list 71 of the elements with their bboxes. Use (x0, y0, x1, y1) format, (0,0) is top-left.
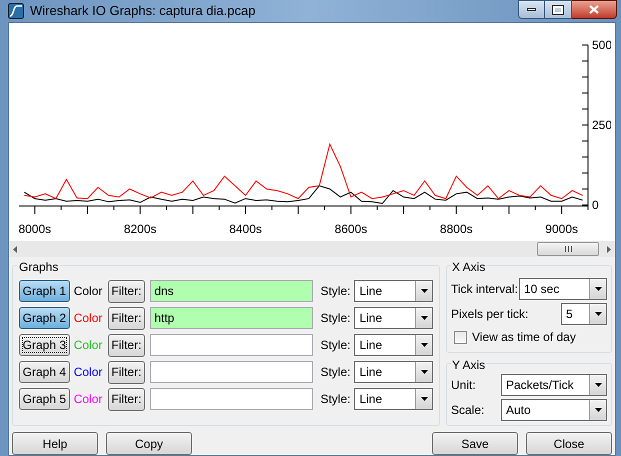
filter-button[interactable]: Filter: (108, 360, 146, 384)
caret-icon (420, 343, 428, 347)
right-arrow-icon[interactable] (607, 246, 611, 252)
style-dropdown[interactable]: Line (354, 388, 434, 410)
filter-field[interactable] (150, 388, 314, 410)
pixels-per-tick-label: Pixels per tick: (451, 306, 528, 323)
scale-dropdown[interactable]: Auto (501, 399, 607, 421)
graph-toggle-button[interactable]: Graph 4 (19, 361, 70, 383)
caret-icon (420, 370, 428, 374)
x-tick-label: 9000s (545, 222, 578, 236)
close-button[interactable] (572, 0, 617, 19)
scroll-thumb[interactable] (537, 242, 599, 256)
horizontal-scrollbar[interactable] (9, 241, 615, 257)
color-label: Color (74, 364, 104, 381)
dialog-button[interactable]: Save (432, 432, 518, 455)
graph-toggle-button[interactable]: Graph 2 (19, 307, 70, 329)
dialog-button[interactable]: Copy (106, 432, 192, 455)
graph-toggle-button[interactable]: Graph 3 (19, 334, 70, 356)
caret-icon (594, 383, 602, 387)
caret-icon (420, 316, 428, 320)
x-tick-label: 8600s (334, 222, 368, 236)
filter-field[interactable]: http (150, 307, 314, 329)
filter-field[interactable] (150, 361, 314, 383)
close-icon (589, 5, 599, 14)
filter-field[interactable]: dns (150, 280, 314, 302)
filter-button[interactable]: Filter: (108, 388, 146, 410)
style-dropdown[interactable]: Line (354, 334, 434, 356)
style-label: Style: (320, 310, 350, 327)
x-tick-label: 8200s (124, 222, 157, 236)
caret-icon (420, 289, 428, 293)
color-label: Color (74, 283, 104, 300)
color-label: Color (74, 391, 104, 408)
checkbox-label: View as time of day (472, 329, 576, 346)
checkbox[interactable] (454, 330, 467, 344)
style-label: Style: (320, 364, 350, 381)
unit-dropdown[interactable]: Packets/Tick (501, 374, 607, 396)
style-dropdown[interactable]: Line (354, 361, 434, 383)
style-label: Style: (320, 391, 350, 408)
wave-icon (8, 3, 24, 19)
filter-button[interactable]: Filter: (108, 334, 146, 356)
x-tick-label: 8800s (440, 222, 473, 236)
style-dropdown[interactable]: Line (354, 307, 434, 329)
color-label: Color (74, 337, 104, 354)
tick-interval-label: Tick interval: (451, 281, 518, 298)
y-tick-label: 0 (592, 198, 599, 212)
grip-icon (564, 246, 572, 252)
left-arrow-icon[interactable] (13, 246, 17, 252)
graph-toggle-button[interactable]: Graph 1 (19, 280, 70, 302)
filter-field[interactable] (150, 334, 314, 356)
x-tick-label: 8400s (229, 222, 262, 236)
filter-button[interactable]: Filter: (108, 306, 146, 330)
caret-icon (594, 312, 602, 316)
caret-icon (420, 397, 428, 401)
filter-button[interactable]: Filter: (108, 280, 146, 302)
window-title: Wireshark IO Graphs: captura dia.pcap (30, 2, 256, 20)
scale-label: Scale: (451, 402, 484, 419)
style-dropdown[interactable]: Line (354, 280, 434, 302)
maximize-button[interactable] (545, 0, 572, 19)
caret-icon (594, 408, 602, 412)
dialog-button[interactable]: Close (526, 432, 612, 455)
caret-icon (594, 287, 602, 291)
x-tick-label: 8000s (18, 222, 52, 236)
tick-interval-dropdown[interactable]: 10 sec (519, 278, 607, 300)
style-label: Style: (320, 337, 350, 354)
dialog-button[interactable]: Help (12, 432, 98, 455)
graph-toggle-button[interactable]: Graph 5 (19, 388, 70, 410)
color-label: Color (74, 310, 104, 327)
unit-label: Unit: (451, 377, 476, 394)
style-label: Style: (320, 283, 350, 300)
pixels-per-tick-dropdown[interactable]: 5 (561, 303, 607, 325)
minimize-button[interactable] (518, 0, 545, 19)
